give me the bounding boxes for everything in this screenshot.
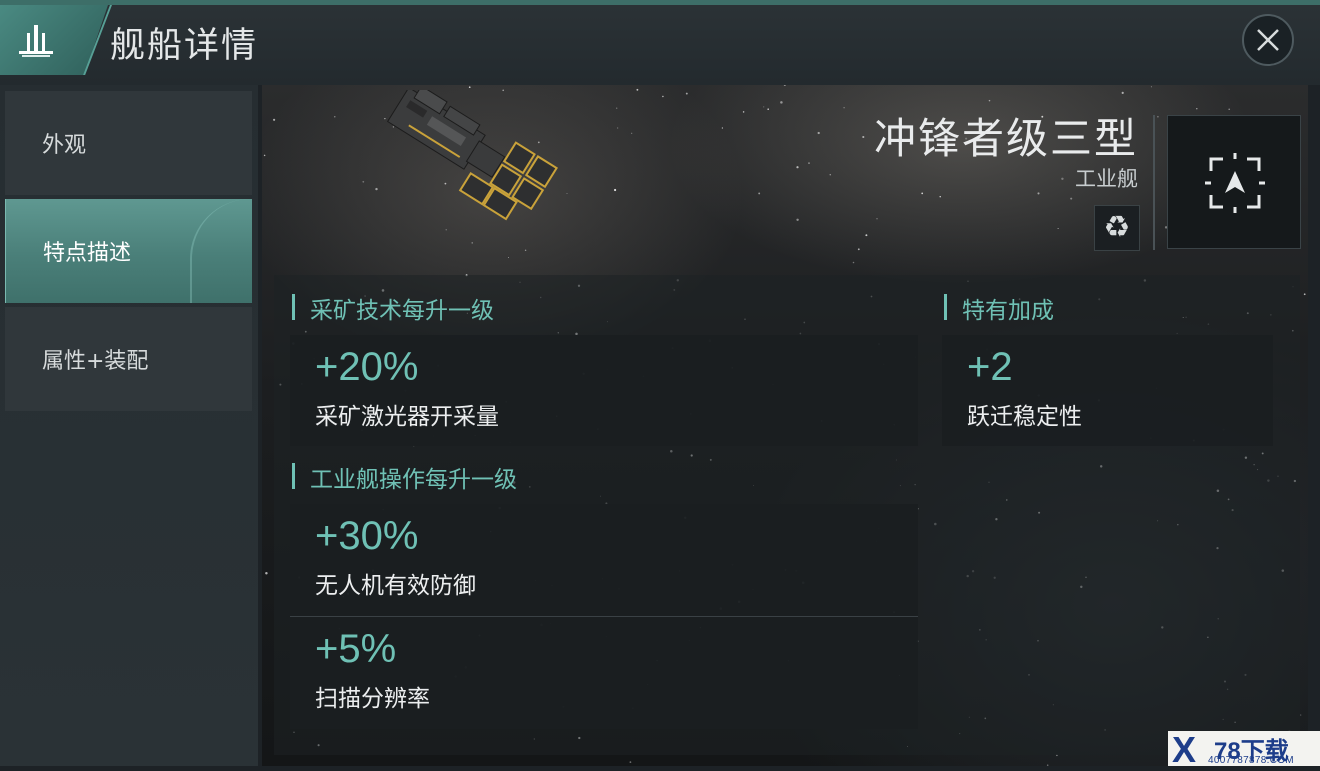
bonus-label: 扫描分辨率 xyxy=(315,686,430,712)
sidebar-item-label: 特点描述 xyxy=(43,241,132,266)
sidebar: 外观 特点描述 属性+装配 xyxy=(0,85,258,766)
bonus-value: +2 xyxy=(967,345,1013,389)
sidebar-item-label: 外观 xyxy=(42,133,87,158)
watermark-url: 4007787878.COM xyxy=(1208,755,1294,766)
recycle-button[interactable]: ♻ xyxy=(1094,205,1140,251)
page-title: 舰船详情 xyxy=(110,26,259,66)
bonus-label: 无人机有效防御 xyxy=(315,573,476,599)
section-title-special: 特有加成 xyxy=(944,291,1054,325)
locate-icon xyxy=(1205,153,1265,213)
locate-ship-button[interactable] xyxy=(1167,115,1301,249)
sidebar-item-features[interactable]: 特点描述 xyxy=(5,199,252,303)
watermark-logo: X 78下载 4007787878.COM xyxy=(1168,729,1320,770)
section-title-mining: 采矿技术每升一级 xyxy=(292,291,494,325)
bonus-area: 采矿技术每升一级 +20% 采矿激光器开采量 特有加成 +2 跃迁稳定性 工业舰… xyxy=(274,275,1300,755)
bonus-value: +5% xyxy=(315,627,397,671)
bonus-card: +5% 扫描分辨率 xyxy=(290,617,918,729)
ship-render-image xyxy=(386,90,558,221)
bonus-value: +20% xyxy=(315,345,419,389)
recycle-icon: ♻ xyxy=(1103,210,1131,245)
close-icon xyxy=(1257,29,1279,51)
bonus-label: 跃迁稳定性 xyxy=(967,404,1082,430)
header-divider xyxy=(1153,115,1155,250)
ship-name: 冲锋者级三型 xyxy=(873,114,1138,163)
ship-class: 工业舰 xyxy=(1075,167,1138,191)
bonus-card: +30% 无人机有效防御 xyxy=(290,504,918,616)
main-panel: 冲锋者级三型 工业舰 ♻ 采矿技术每升一级 +20% 采矿激光器开采量 特有加成… xyxy=(262,85,1308,766)
sidebar-item-label: 属性+装配 xyxy=(42,349,149,374)
watermark-x-icon: X xyxy=(1172,729,1197,770)
sidebar-item-attributes-fitting[interactable]: 属性+装配 xyxy=(5,307,252,411)
bonus-label: 采矿激光器开采量 xyxy=(315,404,499,430)
bonus-card: +20% 采矿激光器开采量 xyxy=(290,335,918,446)
section-title-industrial: 工业舰操作每升一级 xyxy=(292,460,517,494)
sidebar-item-appearance[interactable]: 外观 xyxy=(5,91,252,195)
close-button[interactable] xyxy=(1242,14,1294,66)
bonus-value: +30% xyxy=(315,514,419,558)
bonus-card: +2 跃迁稳定性 xyxy=(942,335,1273,446)
